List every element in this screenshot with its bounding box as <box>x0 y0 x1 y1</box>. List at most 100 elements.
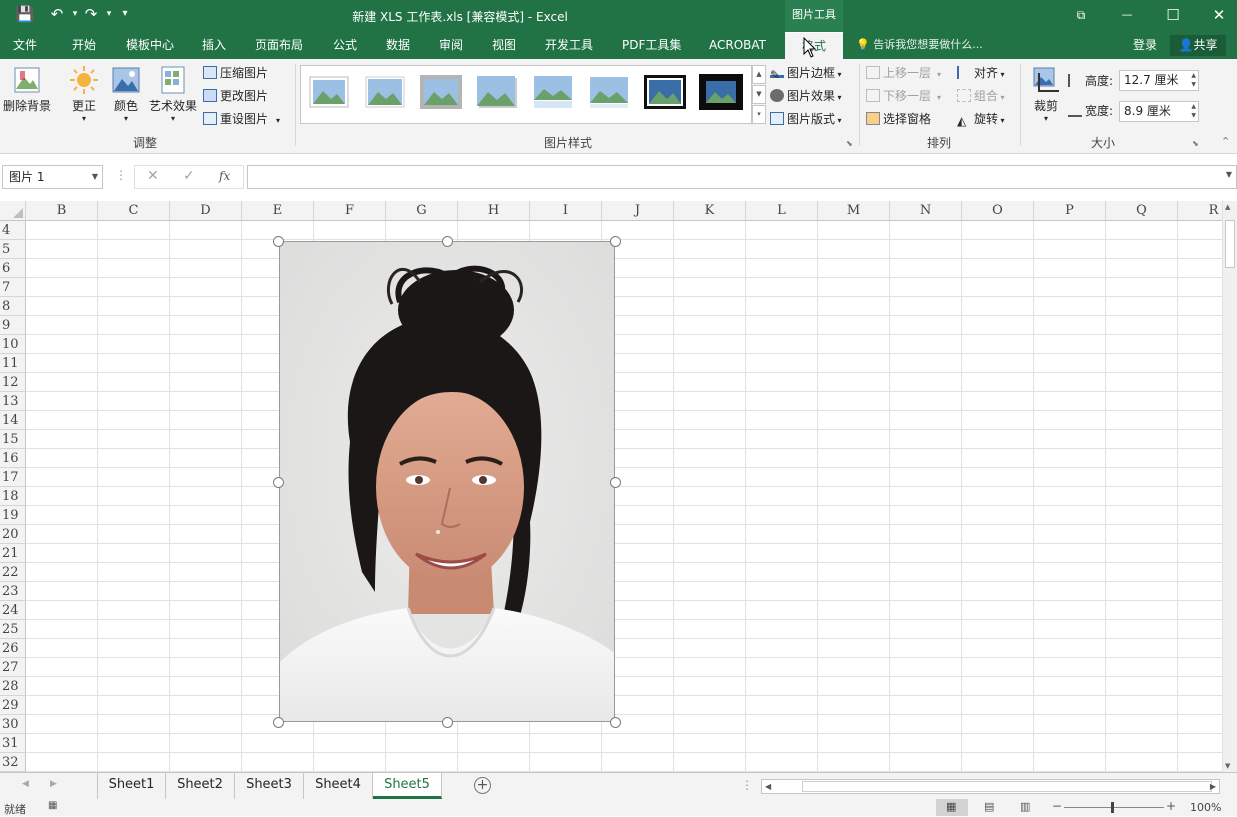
row-header-24[interactable]: 24 <box>0 601 26 620</box>
resize-handle-bottom-right[interactable] <box>610 717 621 728</box>
send-backward-button[interactable]: 下移一层 ▾ <box>866 86 941 106</box>
row-header-19[interactable]: 19 <box>0 506 26 525</box>
column-header-k[interactable]: K <box>674 201 746 221</box>
remove-background-button[interactable]: 删除背景 <box>2 65 52 114</box>
tab-home[interactable]: 开始 <box>72 32 96 59</box>
zoom-out-button[interactable]: − <box>1052 799 1062 813</box>
column-header-o[interactable]: O <box>962 201 1034 221</box>
tab-acrobat[interactable]: ACROBAT <box>709 32 766 59</box>
row-header-8[interactable]: 8 <box>0 297 26 316</box>
resize-handle-top[interactable] <box>442 236 453 247</box>
bring-forward-button[interactable]: 上移一层 ▾ <box>866 63 941 83</box>
column-header-b[interactable]: B <box>26 201 98 221</box>
name-box[interactable]: 图片 1 ▼ <box>2 165 103 189</box>
resize-handle-top-right[interactable] <box>610 236 621 247</box>
minimize-button[interactable]: — <box>1104 0 1150 30</box>
rotate-button[interactable]: ◭ 旋转 ▾ <box>957 109 1005 129</box>
crop-button[interactable]: 裁剪 ▾ <box>1028 65 1064 124</box>
reset-picture-button[interactable]: 重设图片 ▾ <box>203 109 280 129</box>
enter-icon[interactable]: ✓ <box>183 168 195 184</box>
column-header-f[interactable]: F <box>314 201 386 221</box>
vertical-scrollbar[interactable]: ▲ ▼ <box>1222 201 1237 772</box>
tab-pdf-tools[interactable]: PDF工具集 <box>622 32 681 59</box>
page-layout-view-icon[interactable]: ▤ <box>984 800 994 813</box>
column-header-i[interactable]: I <box>530 201 602 221</box>
column-header-p[interactable]: P <box>1034 201 1106 221</box>
corrections-button[interactable]: 更正 ▾ <box>62 65 106 124</box>
style-black-frame[interactable] <box>643 74 687 110</box>
resize-handle-bottom-left[interactable] <box>273 717 284 728</box>
previous-sheet-icon[interactable]: ◀ <box>22 779 29 789</box>
select-all-corner[interactable] <box>0 201 26 221</box>
row-header-13[interactable]: 13 <box>0 392 26 411</box>
tab-developer[interactable]: 开发工具 <box>545 32 593 59</box>
row-header-26[interactable]: 26 <box>0 639 26 658</box>
spinner-arrows-icon[interactable]: ▲ ▼ <box>1191 71 1196 89</box>
picture-effects-button[interactable]: 图片效果 ▾ <box>770 86 842 106</box>
chevron-down-icon[interactable]: ▼ <box>92 166 98 188</box>
row-header-23[interactable]: 23 <box>0 582 26 601</box>
sheet-tab-4[interactable]: Sheet4 <box>304 773 373 799</box>
row-header-32[interactable]: 32 <box>0 753 26 772</box>
new-sheet-button[interactable]: + <box>474 777 491 794</box>
cancel-icon[interactable]: ✕ <box>147 168 159 184</box>
column-header-j[interactable]: J <box>602 201 674 221</box>
column-header-d[interactable]: D <box>170 201 242 221</box>
row-header-28[interactable]: 28 <box>0 677 26 696</box>
scroll-down-icon[interactable]: ▼ <box>1225 762 1230 770</box>
color-button[interactable]: 颜色 ▾ <box>106 65 146 124</box>
column-header-q[interactable]: Q <box>1106 201 1178 221</box>
login-link[interactable]: 登录 <box>1133 32 1157 58</box>
gallery-scroll-up-icon[interactable]: ▲ <box>752 65 766 84</box>
column-header-n[interactable]: N <box>890 201 962 221</box>
compress-pictures-button[interactable]: 压缩图片 <box>203 63 268 83</box>
row-header-12[interactable]: 12 <box>0 373 26 392</box>
row-header-4[interactable]: 4 <box>0 221 26 240</box>
scroll-right-icon[interactable]: ▶ <box>1210 780 1216 793</box>
tab-formulas[interactable]: 公式 <box>333 32 357 59</box>
resize-handle-bottom[interactable] <box>442 717 453 728</box>
change-picture-button[interactable]: 更改图片 <box>203 86 268 106</box>
macro-recording-icon[interactable]: ▦ <box>48 800 57 811</box>
selected-picture[interactable] <box>279 241 615 722</box>
spinner-arrows-icon[interactable]: ▲ ▼ <box>1191 102 1196 120</box>
horizontal-scroll-thumb[interactable] <box>802 781 1212 792</box>
tell-me-search[interactable]: 💡 告诉我您想要做什么... <box>856 32 983 59</box>
row-header-9[interactable]: 9 <box>0 316 26 335</box>
maximize-button[interactable]: ☐ <box>1150 0 1196 30</box>
ribbon-display-options-icon[interactable]: ⧉ <box>1058 0 1104 30</box>
column-header-l[interactable]: L <box>746 201 818 221</box>
column-header-m[interactable]: M <box>818 201 890 221</box>
selection-pane-button[interactable]: 选择窗格 <box>866 109 931 129</box>
column-header-r[interactable]: R <box>1178 201 1222 221</box>
zoom-slider-track[interactable] <box>1064 807 1164 808</box>
zoom-slider-thumb[interactable] <box>1111 802 1114 813</box>
row-header-21[interactable]: 21 <box>0 544 26 563</box>
vertical-scroll-thumb[interactable] <box>1225 220 1235 268</box>
style-soft-reflection[interactable] <box>587 74 631 110</box>
tab-template-center[interactable]: 模板中心 <box>126 32 174 59</box>
row-header-17[interactable]: 17 <box>0 468 26 487</box>
sheet-tab-3[interactable]: Sheet3 <box>235 773 304 799</box>
page-break-view-icon[interactable]: ▥ <box>1020 800 1030 813</box>
tab-split-handle-icon[interactable]: ⋮ <box>741 778 753 792</box>
row-header-15[interactable]: 15 <box>0 430 26 449</box>
style-simple-frame[interactable] <box>307 74 351 110</box>
tab-data[interactable]: 数据 <box>386 32 410 59</box>
row-header-20[interactable]: 20 <box>0 525 26 544</box>
row-header-10[interactable]: 10 <box>0 335 26 354</box>
normal-view-button[interactable]: ▦ <box>936 799 968 816</box>
scroll-up-icon[interactable]: ▲ <box>1225 203 1230 211</box>
style-soft-edge[interactable] <box>363 74 407 110</box>
width-input[interactable]: 8.9 厘米 ▲ ▼ <box>1119 101 1199 122</box>
tab-insert[interactable]: 插入 <box>202 32 226 59</box>
resize-handle-top-left[interactable] <box>273 236 284 247</box>
picture-styles-gallery[interactable] <box>300 65 752 124</box>
column-header-c[interactable]: C <box>98 201 170 221</box>
style-gray-frame[interactable] <box>419 74 463 110</box>
insert-function-icon[interactable]: fx <box>219 169 230 183</box>
sheet-tab-2[interactable]: Sheet2 <box>166 773 235 799</box>
row-header-31[interactable]: 31 <box>0 734 26 753</box>
group-objects-button[interactable]: 组合 ▾ <box>957 86 1005 106</box>
next-sheet-icon[interactable]: ▶ <box>50 779 57 789</box>
